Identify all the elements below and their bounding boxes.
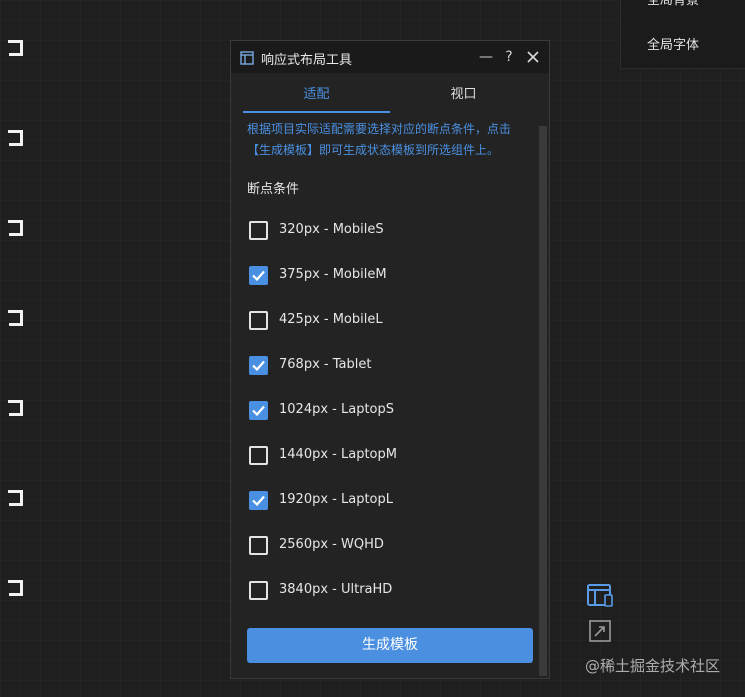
scrollbar-thumb[interactable] — [539, 126, 547, 676]
checkbox-checked[interactable] — [249, 266, 268, 285]
checkbox-unchecked[interactable] — [249, 536, 268, 555]
breakpoint-label: 1440px - LaptopM — [279, 447, 397, 462]
component-marker[interactable] — [8, 220, 23, 236]
responsive-layout-dialog: 响应式布局工具 — ? 适配 视口 根据项目实际适配需要选择对应的断点条件，点击… — [230, 40, 550, 679]
checkbox-checked[interactable] — [249, 356, 268, 375]
watermark: @稀土掘金技术社区 — [585, 657, 721, 675]
generate-template-button[interactable]: 生成模板 — [247, 628, 533, 663]
tab-adapt[interactable]: 适配 — [243, 81, 390, 113]
property-panel: 全局背景 全局字体 — [620, 0, 745, 69]
help-button[interactable]: ? — [499, 46, 519, 68]
component-marker[interactable] — [8, 580, 23, 596]
minimize-button[interactable]: — — [476, 46, 496, 68]
property-item-global-background[interactable]: 全局背景 — [647, 0, 699, 8]
breakpoint-label: 425px - MobileL — [279, 312, 383, 327]
checkbox-checked[interactable] — [249, 491, 268, 510]
component-marker[interactable] — [8, 310, 23, 326]
checkbox-unchecked[interactable] — [249, 446, 268, 465]
breakpoint-label: 1024px - LaptopS — [279, 402, 395, 417]
component-marker[interactable] — [8, 130, 23, 146]
component-marker[interactable] — [8, 400, 23, 416]
breakpoint-section-label: 断点条件 — [247, 182, 300, 197]
component-marker[interactable] — [8, 490, 23, 506]
property-item-global-font[interactable]: 全局字体 — [647, 34, 699, 53]
checkbox-unchecked[interactable] — [249, 581, 268, 600]
breakpoint-label: 320px - MobileS — [279, 222, 384, 237]
responsive-layout-icon[interactable] — [586, 581, 614, 613]
checkbox-unchecked[interactable] — [249, 311, 268, 330]
dialog-titlebar[interactable]: 响应式布局工具 — ? — [231, 41, 549, 73]
breakpoint-label: 768px - Tablet — [279, 357, 372, 372]
window-icon — [240, 50, 254, 69]
breakpoint-label: 375px - MobileM — [279, 267, 387, 282]
tab-viewport[interactable]: 视口 — [390, 81, 537, 111]
breakpoint-label: 2560px - WQHD — [279, 537, 384, 552]
resize-icon[interactable] — [588, 619, 612, 647]
breakpoint-label: 3840px - UltraHD — [279, 582, 393, 597]
dialog-tabs: 适配 视口 — [243, 81, 537, 113]
checkbox-unchecked[interactable] — [249, 221, 268, 240]
checkbox-checked[interactable] — [249, 401, 268, 420]
description-text: 根据项目实际适配需要选择对应的断点条件，点击【生成模板】即可生成状态模板到所选组… — [247, 122, 512, 157]
breakpoint-label: 1920px - LaptopL — [279, 492, 393, 507]
close-icon[interactable] — [523, 46, 543, 68]
component-marker[interactable] — [8, 40, 23, 56]
dialog-title: 响应式布局工具 — [261, 53, 353, 68]
